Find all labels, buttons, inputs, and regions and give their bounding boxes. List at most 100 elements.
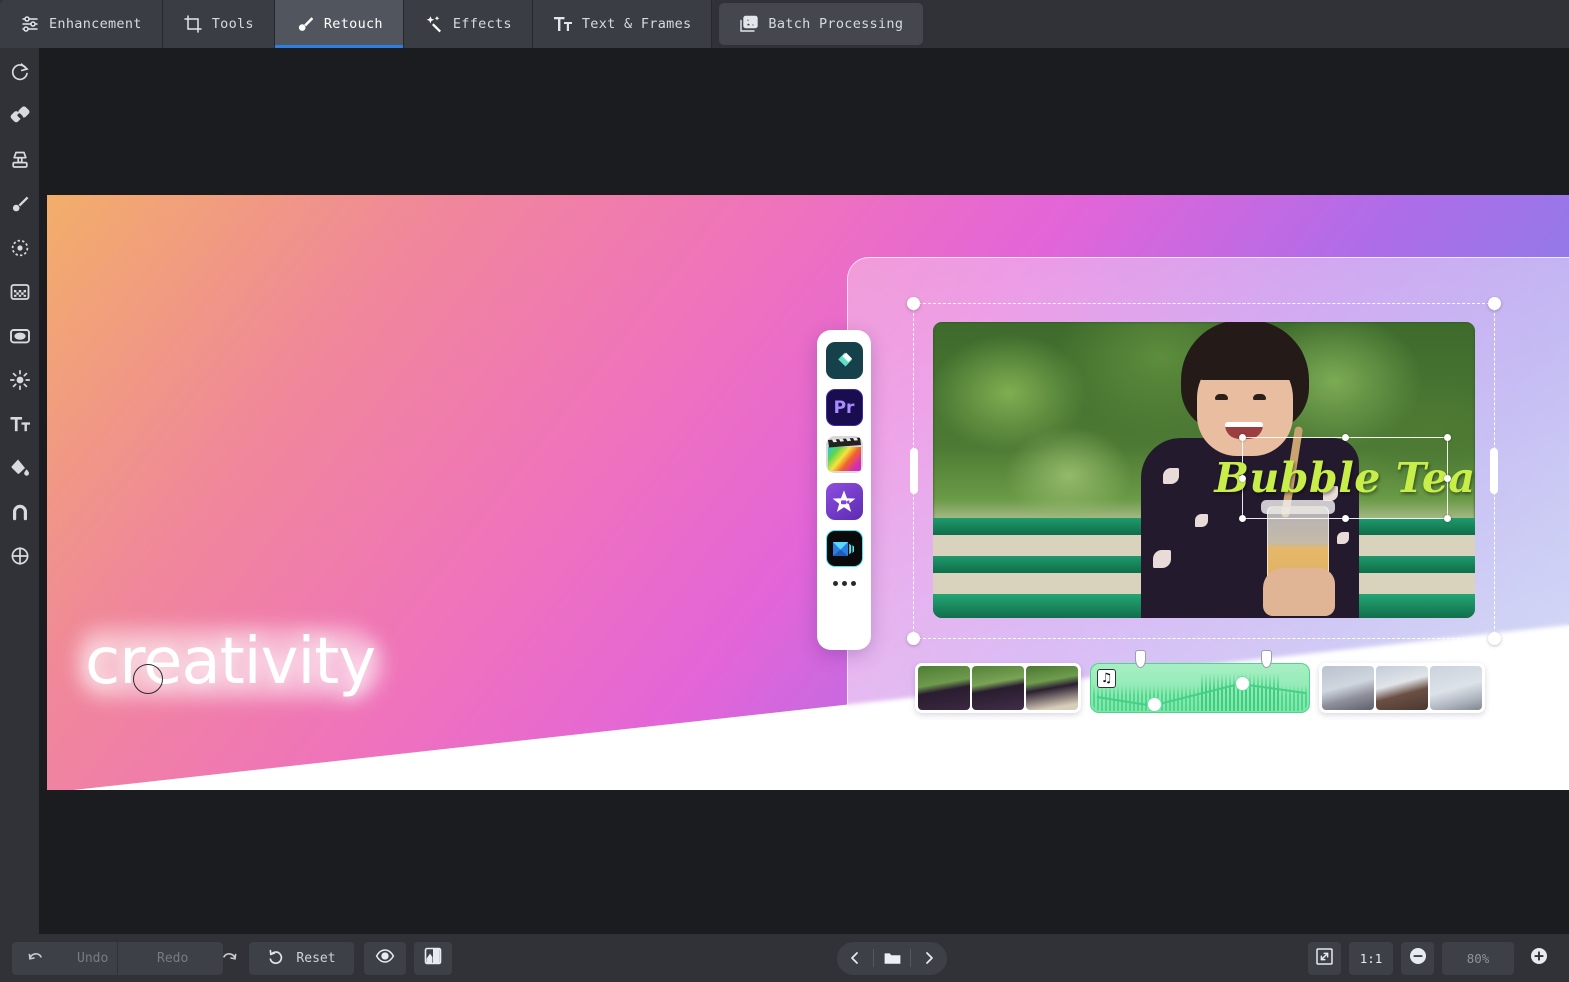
brightness-icon[interactable]	[8, 368, 32, 392]
image-navigation-pill	[837, 941, 947, 975]
tab-effects[interactable]: Effects	[403, 0, 533, 48]
text-handle-top-center[interactable]	[1341, 434, 1349, 441]
audio-keyframe[interactable]	[1235, 676, 1250, 691]
selection-handle-middle-right[interactable]	[1490, 448, 1498, 494]
text-icon[interactable]	[8, 412, 32, 436]
fit-to-screen-button[interactable]	[1308, 941, 1341, 975]
clip-thumbnail	[1322, 666, 1374, 710]
top-tab-bar: Enhancement Tools Retouch Effects Text &…	[0, 0, 1569, 48]
actual-size-button[interactable]: 1:1	[1349, 941, 1393, 975]
vignette-icon[interactable]	[8, 324, 32, 348]
clip-thumbnail	[1430, 666, 1482, 710]
premiere-pro-label: Pr	[833, 397, 855, 418]
tab-tools[interactable]: Tools	[162, 0, 275, 48]
text-layer-bubble-tea[interactable]: Bubble Tea	[1214, 434, 1476, 522]
text-handle-middle-left[interactable]	[1239, 474, 1246, 482]
blemish-remover-icon[interactable]	[8, 236, 32, 260]
reset-icon	[267, 949, 285, 967]
compare-button[interactable]	[414, 941, 452, 975]
app-window: Enhancement Tools Retouch Effects Text &…	[0, 0, 1569, 982]
dock-more-dots-icon[interactable]	[832, 581, 856, 586]
clip-thumbnail	[918, 666, 970, 710]
text-handle-top-right[interactable]	[1444, 434, 1451, 441]
undo-arrow-icon	[27, 950, 44, 967]
tab-text-and-frames[interactable]: Text & Frames	[532, 0, 713, 48]
filmora-app-icon[interactable]	[825, 342, 863, 379]
preview-toggle-button[interactable]	[364, 941, 406, 975]
tab-label: Effects	[452, 16, 512, 32]
video-editor-app-icon[interactable]	[825, 530, 863, 567]
brush-icon	[295, 14, 315, 34]
text-handle-bottom-left[interactable]	[1239, 515, 1246, 522]
brush-cursor	[133, 664, 163, 694]
music-note-icon: ♫	[1097, 669, 1116, 688]
magnet-icon[interactable]	[8, 500, 32, 524]
tab-batch-processing[interactable]: Batch Processing	[719, 3, 924, 45]
rotate-icon[interactable]	[8, 60, 32, 84]
tab-label: Tools	[211, 16, 254, 32]
reset-button[interactable]: Reset	[249, 941, 354, 975]
selection-handle-bottom-right[interactable]	[1488, 632, 1501, 645]
next-image-button[interactable]	[911, 942, 947, 975]
audio-clip[interactable]: ♫	[1090, 650, 1310, 713]
text-layer-content: Bubble Tea	[1214, 454, 1476, 502]
tab-label: Text & Frames	[581, 16, 692, 32]
selection-handle-bottom-left[interactable]	[907, 632, 920, 645]
canvas-viewport[interactable]: creativity Pr Bubble Tea ♫	[39, 48, 1569, 934]
audio-marker[interactable]	[1261, 650, 1272, 668]
undo-label: Undo	[77, 950, 109, 966]
audio-marker[interactable]	[1135, 650, 1146, 668]
healing-patch-icon[interactable]	[8, 104, 32, 128]
actual-size-label: 1:1	[1359, 950, 1383, 966]
tab-label: Retouch	[323, 16, 383, 32]
fit-screen-icon	[1315, 947, 1334, 970]
text-handle-top-left[interactable]	[1239, 434, 1246, 441]
redo-arrow-icon	[221, 950, 238, 967]
selection-handle-top-left[interactable]	[907, 297, 920, 310]
artwork-title-text: creativity	[85, 625, 376, 699]
open-folder-button[interactable]	[874, 942, 910, 975]
clip-thumbnail	[1026, 666, 1078, 710]
brush-icon[interactable]	[8, 192, 32, 216]
reset-label: Reset	[296, 950, 336, 966]
clone-stamp-icon[interactable]	[8, 148, 32, 172]
clip-thumbnail	[972, 666, 1024, 710]
zoom-level-label: 80%	[1466, 950, 1490, 966]
tab-enhancement[interactable]: Enhancement	[0, 0, 163, 48]
undo-button[interactable]: Undo	[12, 941, 117, 975]
previous-image-button[interactable]	[837, 942, 873, 975]
sliders-icon	[20, 14, 40, 34]
zoom-out-button[interactable]	[1401, 941, 1434, 975]
mosaic-icon[interactable]	[8, 280, 32, 304]
eye-icon	[375, 946, 395, 970]
text-handle-middle-right[interactable]	[1444, 474, 1451, 482]
tab-retouch[interactable]: Retouch	[274, 0, 404, 48]
target-icon[interactable]	[8, 544, 32, 568]
selection-handle-top-right[interactable]	[1488, 297, 1501, 310]
redo-button[interactable]: Redo	[118, 941, 237, 975]
final-cut-pro-app-icon[interactable]	[825, 436, 863, 473]
redo-label: Redo	[157, 950, 189, 966]
text-handle-bottom-center[interactable]	[1341, 515, 1349, 522]
crop-icon	[183, 14, 203, 34]
audio-keyframe[interactable]	[1147, 697, 1162, 712]
bottom-toolbar: Undo Redo Reset 1:1 80%	[0, 934, 1569, 982]
selection-handle-middle-left[interactable]	[910, 448, 918, 494]
clip-thumbnail	[1376, 666, 1428, 710]
imovie-app-icon[interactable]	[825, 483, 863, 520]
video-clip-left[interactable]	[915, 663, 1081, 713]
app-dock: Pr	[817, 330, 871, 650]
zoom-level-display[interactable]: 80%	[1442, 941, 1514, 975]
minus-circle-icon	[1408, 946, 1428, 970]
premiere-pro-app-icon[interactable]: Pr	[825, 389, 863, 426]
plus-circle-icon	[1529, 946, 1549, 970]
timeline-track[interactable]: ♫	[915, 650, 1569, 716]
split-compare-icon	[423, 946, 443, 970]
images-stack-icon	[739, 14, 759, 34]
zoom-in-button[interactable]	[1522, 942, 1555, 975]
text-handle-bottom-right[interactable]	[1444, 515, 1451, 522]
text-format-icon	[553, 14, 573, 34]
artboard[interactable]: creativity Pr Bubble Tea ♫	[47, 195, 1569, 790]
paint-bucket-icon[interactable]	[8, 456, 32, 480]
video-clip-right[interactable]	[1319, 663, 1485, 713]
